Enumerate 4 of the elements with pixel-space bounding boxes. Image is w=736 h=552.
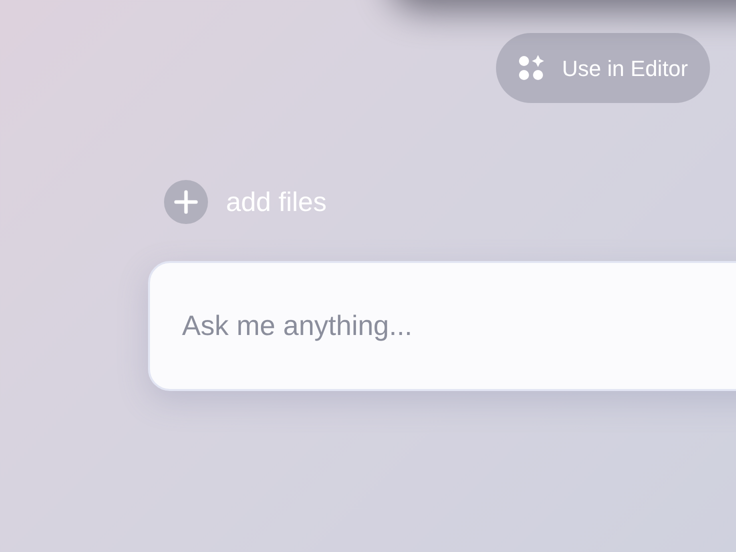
prompt-field[interactable]: Ask me anything... [148,261,736,391]
add-icon[interactable] [164,180,208,224]
use-in-editor-button[interactable]: Use in Editor [496,33,710,103]
apps-sparkle-icon [518,55,544,81]
